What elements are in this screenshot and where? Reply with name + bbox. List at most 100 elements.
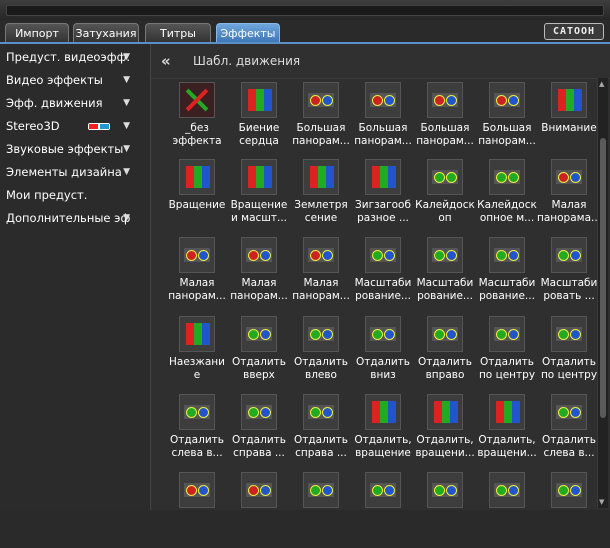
effect-tile[interactable]: Отдалить слева в...: [538, 394, 600, 470]
effect-tile[interactable]: Отдалить слева в...: [166, 394, 228, 470]
effect-tile[interactable]: [166, 472, 228, 548]
pan-icon: [179, 237, 215, 273]
3d-glasses-icon: [88, 123, 110, 130]
effect-tile[interactable]: Отдалить по центру: [476, 316, 538, 392]
effect-tile[interactable]: Калейдоск опное м...: [476, 159, 538, 235]
effect-tile[interactable]: [228, 472, 290, 548]
effect-tile[interactable]: [538, 472, 600, 548]
scroll-down-icon[interactable]: ▼: [599, 498, 604, 506]
effect-tile[interactable]: Внимание: [538, 82, 600, 158]
effect-tile[interactable]: Малая панорам...: [290, 237, 352, 313]
scale-icon: [551, 237, 587, 273]
effect-label: Отдалить, вращени...: [477, 434, 537, 459]
scale-icon: [489, 237, 525, 273]
attention-icon: [551, 82, 587, 118]
kaleidoscope-icon: [489, 159, 525, 195]
effect-label: Малая панорам...: [292, 277, 350, 302]
chevron-down-icon: ▼: [123, 121, 130, 131]
effect-tile[interactable]: Вращение: [166, 159, 228, 235]
pan-icon: [303, 82, 339, 118]
scale-icon: [303, 472, 339, 508]
effect-label: Отдалить вверх: [232, 356, 286, 381]
effect-tile[interactable]: Малая панорам...: [228, 237, 290, 313]
effect-tile[interactable]: _без эффекта: [166, 82, 228, 158]
effect-tile[interactable]: Масштаби рование...: [414, 237, 476, 313]
effect-label: Отдалить слева в...: [542, 434, 596, 459]
zoom-out-icon: [303, 394, 339, 430]
effect-label: Малая панорам...: [230, 277, 288, 302]
sidebar-item-video-presets[interactable]: Предуст. видеоэфф. ▼: [0, 46, 150, 68]
effect-tile[interactable]: Наезжани е: [166, 316, 228, 392]
zoom-in-icon: [179, 316, 215, 352]
rotation-scale-icon: [241, 159, 277, 195]
effect-label: Малая панорам...: [168, 277, 226, 302]
effect-tile[interactable]: [352, 472, 414, 548]
effect-tile[interactable]: Отдалить по центру: [538, 316, 600, 392]
tab-transitions[interactable]: Затухания: [73, 23, 139, 42]
sidebar-item-design-elements[interactable]: Элементы дизайна ▼: [0, 161, 150, 183]
back-icon[interactable]: «: [161, 52, 171, 70]
effect-tile[interactable]: [414, 472, 476, 548]
effect-tile[interactable]: Масштаби ровать ...: [538, 237, 600, 313]
effect-tile[interactable]: Отдалить вправо: [414, 316, 476, 392]
effect-tile[interactable]: Отдалить влево: [290, 316, 352, 392]
effect-label: Отдалить по центру: [478, 356, 536, 381]
sidebar-item-audio-effects[interactable]: Звуковые эффекты ▼: [0, 138, 150, 160]
effect-tile[interactable]: Отдалить, вращение: [352, 394, 414, 470]
effect-label: Масштаби рование...: [354, 277, 412, 302]
sidebar-item-label: Элементы дизайна: [6, 165, 122, 179]
effect-tile[interactable]: Вращение и масшт...: [228, 159, 290, 235]
effect-tile[interactable]: [476, 472, 538, 548]
effect-label: Отдалить, вращени...: [415, 434, 475, 459]
effect-label: Отдалить по центру: [540, 356, 598, 381]
effect-tile[interactable]: Землетря сение: [290, 159, 352, 235]
sidebar-item-label: Дополнительные эф: [6, 211, 131, 225]
zoom-out-icon: [489, 316, 525, 352]
effect-tile[interactable]: Отдалить, вращени...: [476, 394, 538, 470]
sidebar-item-motion-effects[interactable]: Эфф. движения ▼: [0, 92, 150, 114]
effect-label: Внимание: [541, 122, 597, 134]
effect-tile[interactable]: Отдалить вверх: [228, 316, 290, 392]
effect-label: Землетря сение: [294, 199, 348, 224]
pan-icon: [241, 472, 277, 508]
tab-titles[interactable]: Титры: [145, 23, 211, 42]
effect-tile[interactable]: Отдалить справа ...: [290, 394, 352, 470]
sidebar-item-video-effects[interactable]: Видео эффекты ▼: [0, 69, 150, 91]
horizontal-scrollbar[interactable]: [6, 5, 604, 16]
effect-tile[interactable]: Масштаби рование...: [352, 237, 414, 313]
effect-tile[interactable]: [290, 472, 352, 548]
catooh-logo: CATOOH: [544, 23, 604, 40]
effect-tile[interactable]: Калейдоск оп: [414, 159, 476, 235]
sidebar-item-label: Мои предуст.: [6, 188, 88, 202]
zoom-out-icon: [303, 316, 339, 352]
sidebar-item-my-presets[interactable]: Мои предуст.: [0, 184, 150, 206]
effect-tile[interactable]: Малая панорама...: [537, 159, 601, 235]
no-effect-icon: [179, 82, 215, 118]
effect-tile[interactable]: Большая панорам...: [476, 82, 538, 158]
pan-icon: [365, 82, 401, 118]
chevron-down-icon: ▼: [123, 98, 130, 108]
effect-tile[interactable]: Масштаби рование...: [476, 237, 538, 313]
effect-tile[interactable]: Отдалить вниз: [352, 316, 414, 392]
scroll-up-icon[interactable]: ▲: [599, 80, 604, 88]
zoom-out-icon: [365, 316, 401, 352]
scrollbar-thumb[interactable]: [600, 138, 606, 418]
effect-tile[interactable]: Большая панорам...: [352, 82, 414, 158]
effect-tile[interactable]: Большая панорам...: [414, 82, 476, 158]
tab-effects[interactable]: Эффекты: [216, 23, 280, 42]
effect-tile[interactable]: Зигзагооб разное ...: [352, 159, 414, 235]
pan-icon: [179, 472, 215, 508]
vertical-scrollbar[interactable]: ▲ ▼: [597, 78, 608, 508]
scale-icon: [365, 237, 401, 273]
tab-import[interactable]: Импорт: [5, 23, 69, 42]
sidebar-item-additional-effects[interactable]: Дополнительные эф ▼: [0, 207, 150, 229]
effect-tile[interactable]: Биение сердца: [228, 82, 290, 158]
sidebar: Предуст. видеоэфф. ▼ Видео эффекты ▼ Эфф. …: [0, 44, 151, 510]
effect-tile[interactable]: Отдалить справа ...: [228, 394, 290, 470]
scale-icon: [427, 472, 463, 508]
effect-tile[interactable]: Малая панорам...: [166, 237, 228, 313]
zoom-out-rotate-icon: [365, 394, 401, 430]
effect-tile[interactable]: Отдалить, вращени...: [414, 394, 476, 470]
effect-tile[interactable]: Большая панорам...: [290, 82, 352, 158]
sidebar-item-stereo3d[interactable]: Stereo3D ▼: [0, 115, 150, 137]
